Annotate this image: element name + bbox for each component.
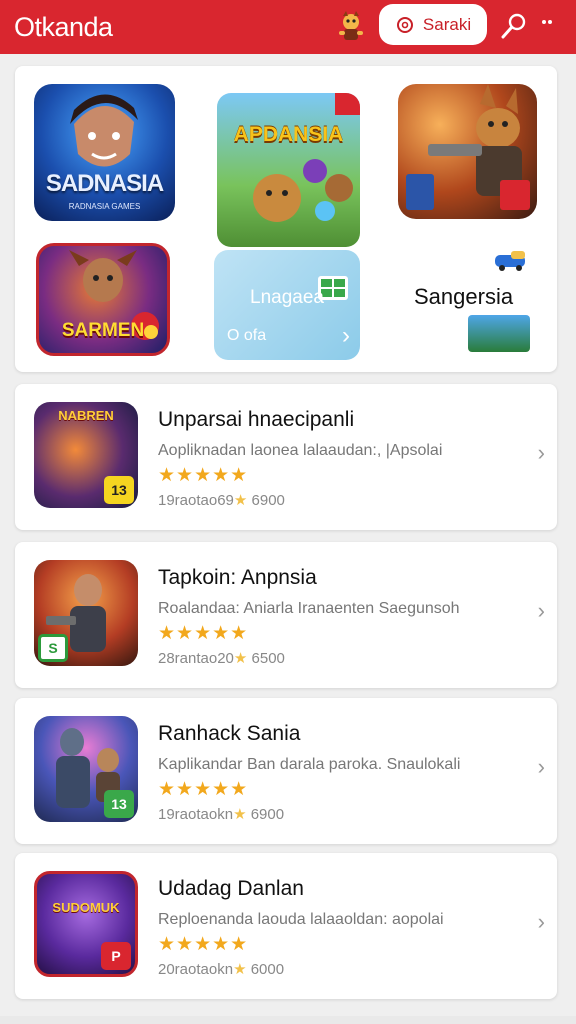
featured-tile-6-title[interactable]: Sangersia	[414, 284, 513, 310]
app-meta: 28rantao20★ 6500	[158, 649, 285, 667]
app-icon-logo: NABREN	[58, 408, 114, 423]
top-app-bar: Otkanda Saraki	[0, 0, 576, 54]
list-item[interactable]: NABREN 13 Unparsai hnaecipanli Aopliknad…	[15, 384, 557, 530]
settings-icon[interactable]	[498, 10, 530, 42]
fox-warrior-artwork	[406, 84, 530, 210]
star-icon: ★	[233, 961, 247, 978]
app-meta-right: 6000	[250, 961, 285, 978]
rating-stars: ★★★★★	[158, 623, 249, 644]
chevron-right-icon[interactable]: ›	[538, 909, 545, 935]
chevron-right-icon[interactable]: ›	[538, 598, 545, 624]
app-icon-logo: SUDOMUK	[52, 900, 120, 915]
featured-tile-5-title: Lnagaea	[250, 287, 324, 308]
app-icon: 13	[34, 716, 138, 822]
app-meta-left: 19raotao69	[158, 492, 234, 509]
mascot-icon[interactable]	[334, 10, 368, 44]
featured-tile-4-title: SARMEN	[61, 320, 145, 341]
search-button[interactable]: Saraki	[379, 4, 487, 45]
chevron-right-icon[interactable]: ›	[538, 754, 545, 780]
bottom-edge	[0, 1016, 576, 1024]
app-meta-left: 20raotaokn	[158, 961, 234, 978]
app-meta-right: 6500	[251, 650, 285, 667]
rating-stars: ★★★★★	[158, 779, 249, 800]
app-badge: 13	[104, 790, 134, 818]
app-title: Udadag Danlan	[158, 877, 304, 900]
app-meta: 19raotaokn★ 6900	[158, 805, 284, 823]
app-title: Tapkoin: Anpnsia	[158, 566, 317, 589]
star-icon: ★	[233, 806, 247, 823]
adventure-artwork	[253, 93, 360, 222]
featured-tile-5-subtitle: O ofa	[227, 327, 267, 344]
featured-tile-1-subtitle: RADNASIA GAMES	[68, 202, 141, 211]
app-description: Reploenanda laouda lalaaoldan: aopolai	[158, 911, 444, 928]
featured-tile-4[interactable]: SARMEN	[36, 243, 170, 356]
app-meta: 19raotao69★ 6900	[158, 491, 285, 509]
app-meta: 20raotaokn★ 6000	[158, 960, 284, 978]
featured-tile-1-title: SADNASIA	[45, 170, 164, 197]
list-item[interactable]: 13 Ranhack Sania Kaplikandar Ban darala …	[15, 698, 557, 844]
rating-stars: ★★★★★	[158, 465, 249, 486]
app-badge: P	[101, 942, 131, 970]
star-icon: ★	[233, 492, 248, 509]
featured-tile-2[interactable]: APDANSIA	[217, 93, 360, 247]
featured-tile-5[interactable]: Lnagaea O ofa ›	[214, 250, 360, 360]
list-item[interactable]: SUDOMUK P Udadag Danlan Reploenanda laou…	[15, 853, 557, 999]
app-meta-right: 6900	[251, 492, 285, 509]
team-badge-icon	[468, 315, 530, 352]
app-description: Roalandaa: Aniarla Iranaenten Saegunsoh	[158, 600, 460, 617]
app-description: Kaplikandar Ban darala paroka. Snaulokal…	[158, 756, 461, 773]
rating-stars: ★★★★★	[158, 934, 249, 955]
featured-tile-1[interactable]: SADNASIA RADNASIA GAMES	[34, 84, 175, 221]
app-title: Unparsai hnaecipanli	[158, 408, 355, 431]
app-title: Otkanda	[14, 12, 113, 42]
app-badge: 13	[104, 476, 134, 504]
star-icon: ★	[233, 650, 248, 667]
app-icon: SUDOMUK P	[34, 871, 138, 977]
chevron-right-icon: ›	[342, 322, 350, 349]
app-meta-left: 28rantao20	[158, 650, 234, 667]
app-icon: S	[34, 560, 138, 666]
app-icon: NABREN 13	[34, 402, 138, 508]
vehicle-icon	[495, 251, 525, 271]
app-meta-right: 6900	[250, 806, 285, 823]
featured-tile-2-title: APDANSIA	[233, 123, 344, 146]
search-label: Saraki	[422, 14, 472, 34]
featured-tile-3[interactable]	[398, 84, 537, 219]
search-icon	[396, 16, 413, 33]
featured-grid: SADNASIA RADNASIA GAMES APDANSIA SARMEN …	[15, 66, 557, 372]
app-description: Aopliknadan laonea lalaaudan:, |Apsolai	[158, 442, 443, 459]
more-icon[interactable]	[540, 18, 554, 34]
hero-artwork	[70, 94, 138, 167]
app-badge: S	[38, 634, 68, 662]
list-item[interactable]: S Tapkoin: Anpnsia Roalandaa: Aniarla Ir…	[15, 542, 557, 688]
chevron-right-icon[interactable]: ›	[538, 440, 545, 466]
app-title: Ranhack Sania	[158, 722, 301, 745]
app-meta-left: 19raotaokn	[158, 806, 234, 823]
